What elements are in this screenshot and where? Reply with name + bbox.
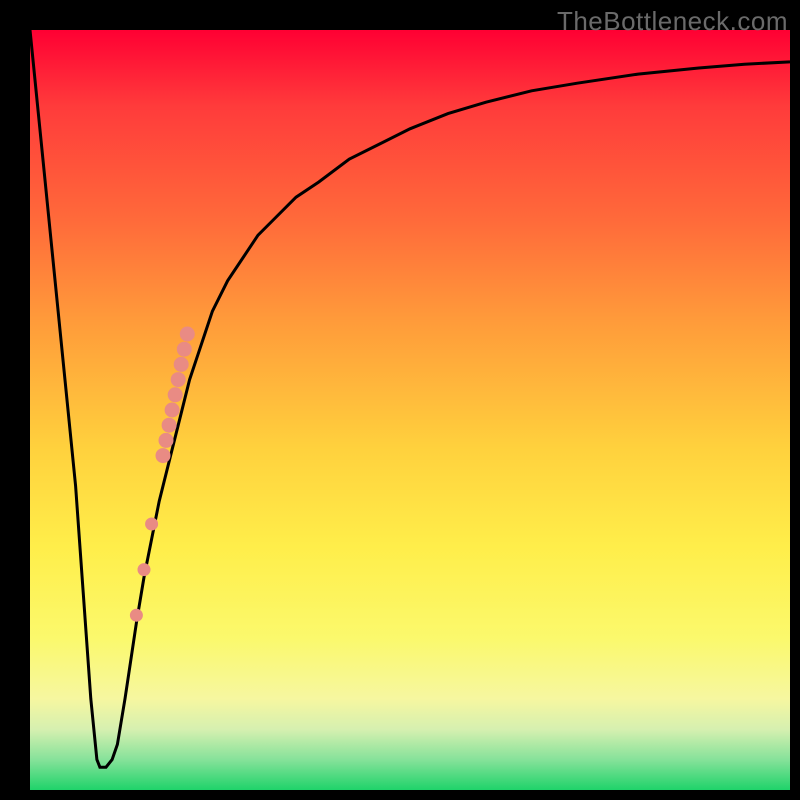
watermark-text: TheBottleneck.com	[557, 6, 788, 37]
bottleneck-curve	[30, 30, 790, 767]
data-marker	[171, 373, 185, 387]
data-marker	[165, 403, 179, 417]
data-marker	[156, 449, 170, 463]
data-marker	[159, 433, 173, 447]
plot-area	[30, 30, 790, 790]
data-marker	[177, 342, 191, 356]
marker-group	[130, 327, 194, 621]
data-marker	[146, 518, 158, 530]
data-marker	[180, 327, 194, 341]
chart-frame: TheBottleneck.com	[0, 0, 800, 800]
data-marker	[168, 388, 182, 402]
data-marker	[162, 418, 176, 432]
data-marker	[130, 609, 142, 621]
data-marker	[138, 564, 150, 576]
data-marker	[174, 357, 188, 371]
chart-svg	[30, 30, 790, 790]
